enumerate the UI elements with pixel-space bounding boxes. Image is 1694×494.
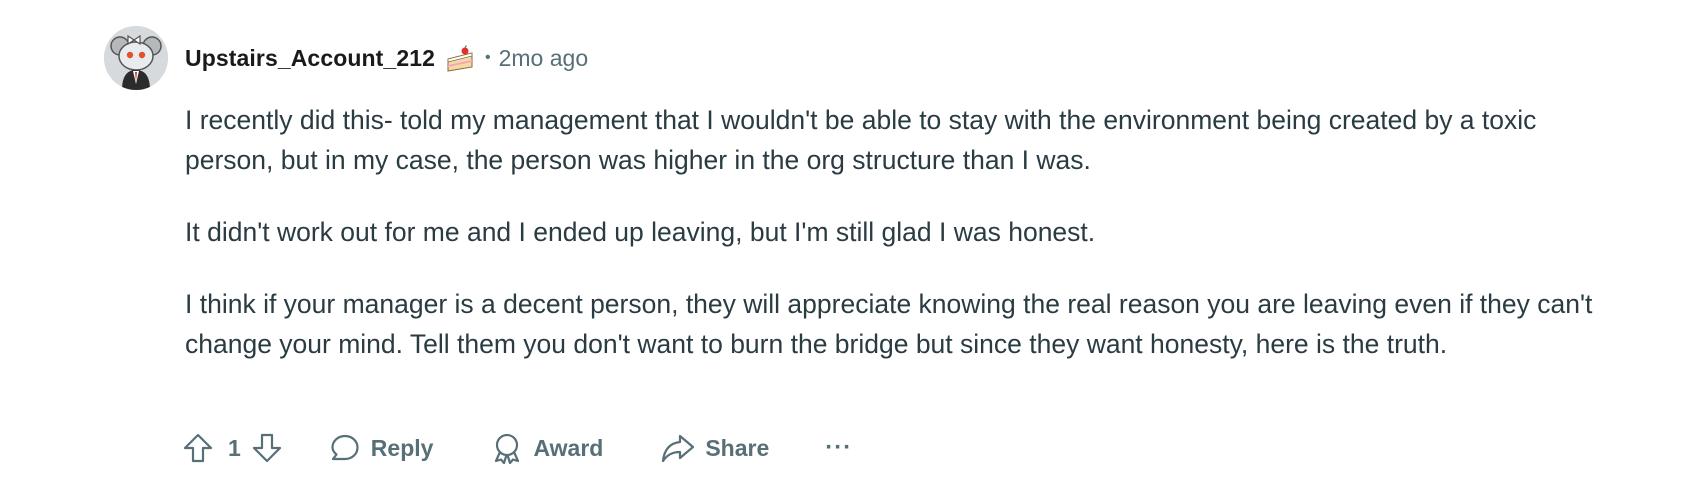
comment-header: Upstairs_Account_212 • 2mo ago bbox=[185, 40, 588, 76]
share-arrow-icon bbox=[661, 432, 695, 464]
comment-body: I recently did this- told my management … bbox=[185, 100, 1605, 396]
comment-paragraph: I think if your manager is a decent pers… bbox=[185, 289, 1593, 359]
more-options-button[interactable]: ··· bbox=[825, 434, 852, 462]
more-options-icon: ··· bbox=[825, 434, 853, 461]
share-button[interactable]: Share bbox=[661, 432, 769, 464]
cake-day-icon bbox=[445, 43, 475, 73]
comment-bubble-icon bbox=[329, 432, 361, 464]
share-label: Share bbox=[705, 434, 770, 461]
award-icon bbox=[491, 432, 523, 464]
username-link[interactable]: Upstairs_Account_212 bbox=[185, 45, 435, 72]
user-avatar[interactable] bbox=[104, 26, 168, 90]
downvote-icon[interactable] bbox=[251, 432, 283, 464]
comment-action-bar: 1 Reply Award Share ··· bbox=[182, 424, 852, 472]
comment-paragraph: I recently did this- told my management … bbox=[185, 105, 1537, 175]
vote-count: 1 bbox=[228, 434, 241, 461]
upvote-icon[interactable] bbox=[182, 432, 214, 464]
award-label: Award bbox=[533, 434, 604, 461]
snoo-avatar-icon bbox=[104, 26, 168, 90]
award-button[interactable]: Award bbox=[491, 432, 603, 464]
comment-paragraph: It didn't work out for me and I ended up… bbox=[185, 217, 1096, 247]
comment: Upstairs_Account_212 • 2mo ago I recentl… bbox=[0, 0, 1694, 494]
reply-button[interactable]: Reply bbox=[329, 432, 434, 464]
reply-label: Reply bbox=[370, 434, 434, 461]
comment-timestamp[interactable]: 2mo ago bbox=[499, 45, 589, 72]
meta-separator: • bbox=[485, 49, 491, 66]
